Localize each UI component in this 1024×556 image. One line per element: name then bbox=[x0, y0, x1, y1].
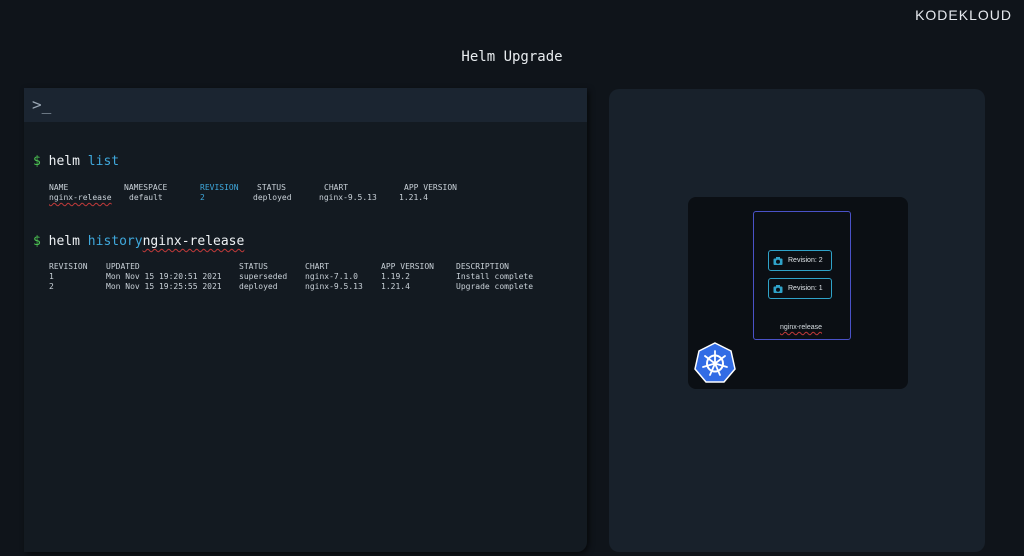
table-cell: 1.21.4 bbox=[399, 193, 428, 202]
col-header: APP VERSION bbox=[381, 262, 434, 271]
col-header: CHART bbox=[305, 262, 330, 271]
command-arg: list bbox=[87, 154, 120, 169]
table-cell-highlight: 2 bbox=[200, 193, 205, 202]
table-cell: nginx-release bbox=[49, 193, 112, 202]
prompt-dollar: $ bbox=[33, 154, 41, 169]
table-cell: Install complete bbox=[456, 272, 534, 281]
table-cell: 2 bbox=[49, 282, 54, 291]
table-cell: Mon Nov 15 19:25:55 2021 bbox=[106, 282, 222, 291]
table-cell: nginx-9.5.13 bbox=[305, 282, 363, 291]
helm-list-output: NAME NAMESPACE REVISION STATUS CHART APP… bbox=[49, 183, 457, 203]
col-header: CHART bbox=[324, 183, 349, 192]
prompt-dollar: $ bbox=[33, 234, 41, 249]
table-cell: Mon Nov 15 19:20:51 2021 bbox=[106, 272, 222, 281]
command-base: helm bbox=[48, 154, 80, 169]
table-cell: 1.19.2 bbox=[381, 272, 410, 281]
command-helm-list: $ helm list bbox=[33, 154, 119, 169]
command-arg: history bbox=[87, 234, 143, 249]
table-cell: deployed bbox=[253, 193, 292, 202]
table-header-row: NAME NAMESPACE REVISION STATUS CHART APP… bbox=[49, 183, 457, 193]
table-cell: 1 bbox=[49, 272, 54, 281]
terminal-prompt-icon: >_ bbox=[32, 95, 52, 114]
camera-icon bbox=[773, 284, 783, 293]
table-cell: 1.21.4 bbox=[381, 282, 410, 291]
command-helm-history: $ helm historynginx-release bbox=[33, 234, 244, 249]
col-header: DESCRIPTION bbox=[456, 262, 509, 271]
table-row: 1 Mon Nov 15 19:20:51 2021 superseded ng… bbox=[49, 272, 533, 282]
page-title: Helm Upgrade bbox=[461, 49, 563, 65]
command-target: nginx-release bbox=[142, 234, 245, 249]
terminal-window[interactable]: >_ $ helm list NAME NAMESPACE REVISION S… bbox=[24, 88, 587, 552]
col-header: APP VERSION bbox=[404, 183, 457, 192]
table-cell: nginx-7.1.0 bbox=[305, 272, 358, 281]
release-name-label: nginx-release bbox=[753, 324, 849, 331]
revision-label: Revision: 1 bbox=[788, 285, 823, 292]
helm-history-output: REVISION UPDATED STATUS CHART APP VERSIO… bbox=[49, 262, 533, 292]
terminal-title-bar: >_ bbox=[24, 88, 587, 122]
revision-2-card: Revision: 2 bbox=[768, 250, 832, 271]
table-header-row: REVISION UPDATED STATUS CHART APP VERSIO… bbox=[49, 262, 509, 272]
col-header: NAME bbox=[49, 183, 69, 192]
col-header: UPDATED bbox=[106, 262, 140, 271]
command-base: helm bbox=[48, 234, 80, 249]
revision-1-card: Revision: 1 bbox=[768, 278, 832, 299]
table-row: nginx-release default 2 deployed nginx-9… bbox=[49, 193, 428, 203]
col-header: REVISION bbox=[49, 262, 88, 271]
table-cell: default bbox=[129, 193, 163, 202]
col-header: STATUS bbox=[257, 183, 286, 192]
release-container bbox=[753, 211, 851, 340]
col-header: STATUS bbox=[239, 262, 268, 271]
table-cell: Upgrade complete bbox=[456, 282, 534, 291]
table-cell: deployed bbox=[239, 282, 278, 291]
col-header: NAMESPACE bbox=[124, 183, 168, 192]
kubernetes-helm-icon bbox=[694, 342, 736, 383]
table-row: 2 Mon Nov 15 19:25:55 2021 deployed ngin… bbox=[49, 282, 533, 292]
brand-logo: KODEKLOUD bbox=[915, 7, 1012, 23]
revision-label: Revision: 2 bbox=[788, 257, 823, 264]
col-header-highlight: REVISION bbox=[200, 183, 239, 192]
table-cell: superseded bbox=[239, 272, 288, 281]
camera-icon bbox=[773, 256, 783, 265]
table-cell: nginx-9.5.13 bbox=[319, 193, 377, 202]
release-name: nginx-release bbox=[779, 324, 823, 331]
